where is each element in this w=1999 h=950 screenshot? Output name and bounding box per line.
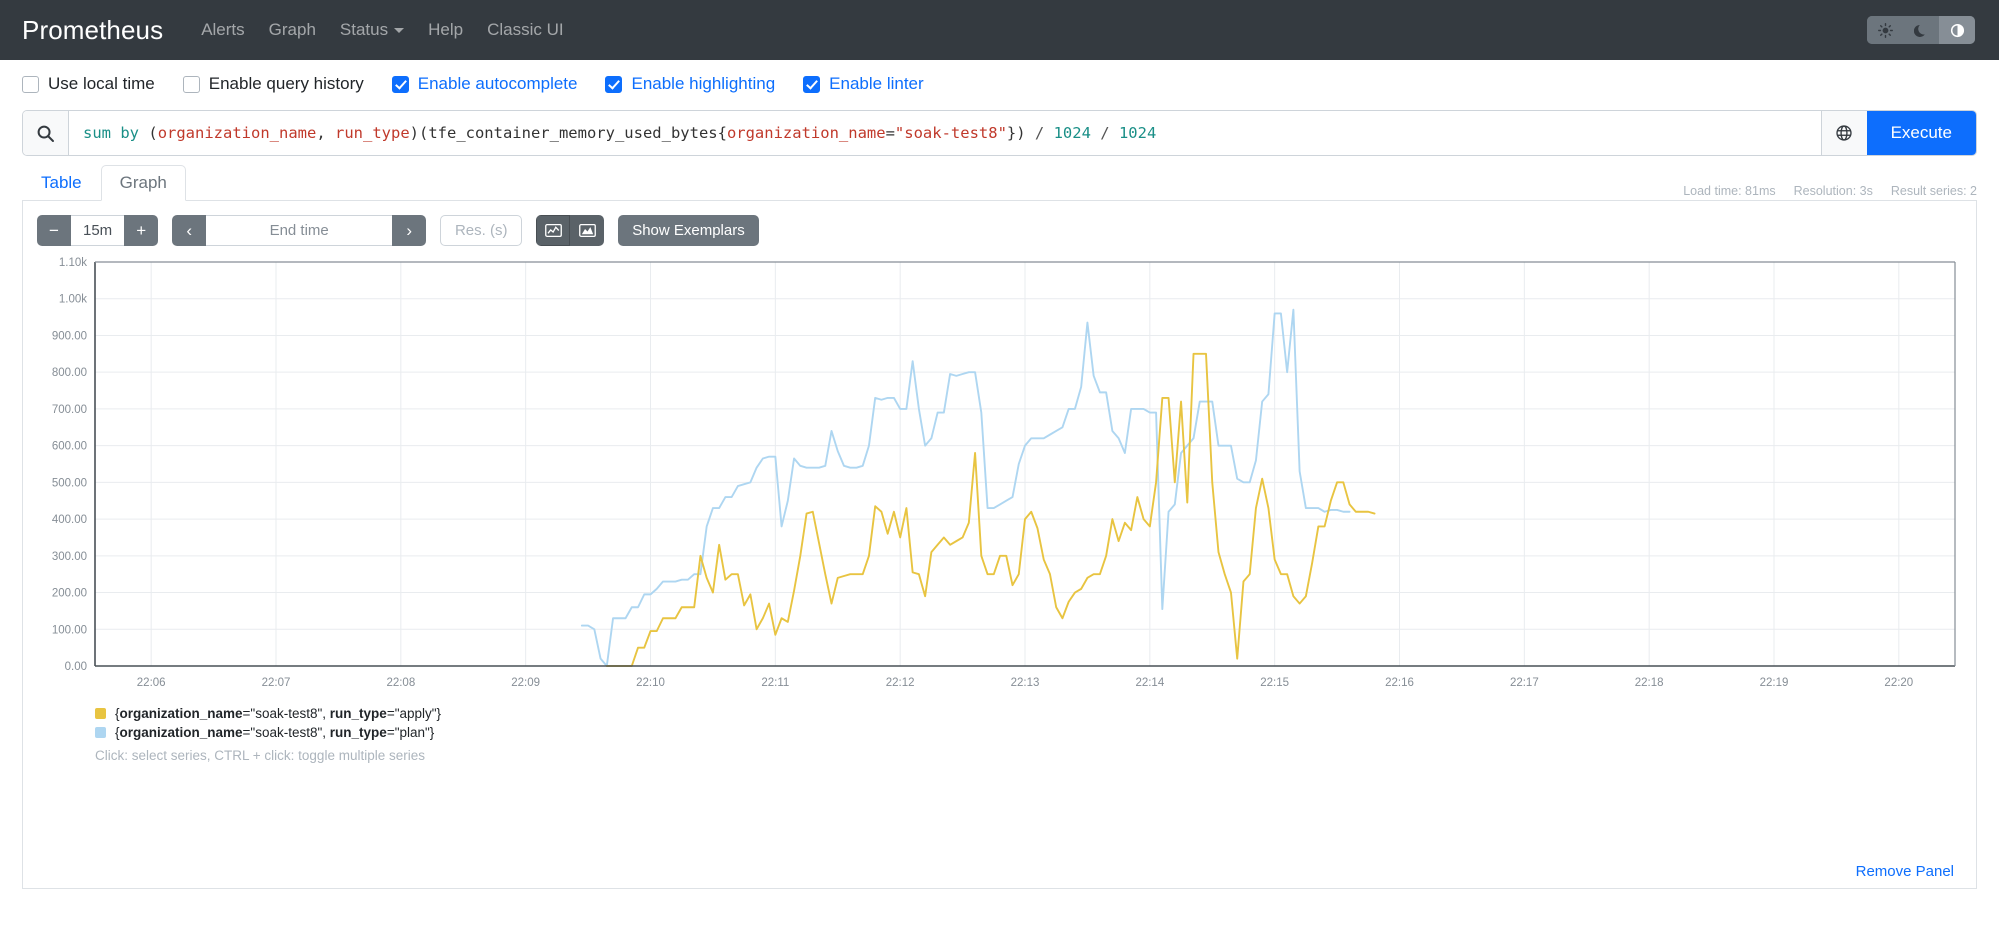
navbar: Prometheus Alerts Graph Status Help Clas… xyxy=(0,0,1999,60)
query-bar: sum by (organization_name, run_type)(tfe… xyxy=(22,110,1977,156)
nav-link-graph[interactable]: Graph xyxy=(257,14,328,46)
previous-time-button[interactable]: ‹ xyxy=(172,215,206,246)
enable-highlighting-label: Enable highlighting xyxy=(631,74,775,94)
option-enable-autocomplete[interactable]: Enable autocomplete xyxy=(392,74,578,94)
svg-text:22:16: 22:16 xyxy=(1385,677,1414,689)
option-enable-linter[interactable]: Enable linter xyxy=(803,74,924,94)
decrease-range-button[interactable]: − xyxy=(37,215,71,246)
svg-text:22:07: 22:07 xyxy=(262,677,291,689)
chevron-down-icon xyxy=(394,28,404,33)
time-series-chart[interactable]: 0.00 100.00 200.00 300.00 400.00 500.00 600.00… xyxy=(37,256,1967,696)
execute-button[interactable]: Execute xyxy=(1867,111,1976,155)
nav-link-help[interactable]: Help xyxy=(416,14,475,46)
legend-item-plan[interactable]: {organization_name="soak-test8", run_typ… xyxy=(95,725,1962,740)
legend-hint: Click: select series, CTRL + click: togg… xyxy=(95,748,1962,763)
svg-text:22:09: 22:09 xyxy=(511,677,540,689)
svg-text:22:19: 22:19 xyxy=(1760,677,1789,689)
query-stats: Load time: 81ms Resolution: 3s Result se… xyxy=(1683,184,1977,198)
option-enable-highlighting[interactable]: Enable highlighting xyxy=(605,74,775,94)
svg-text:900.00: 900.00 xyxy=(52,330,87,342)
svg-text:300.00: 300.00 xyxy=(52,551,87,563)
globe-icon[interactable] xyxy=(1821,111,1867,155)
legend-swatch-plan[interactable] xyxy=(95,727,106,738)
end-time-group: ‹ End time › xyxy=(172,215,426,246)
legend-swatch-apply[interactable] xyxy=(95,708,106,719)
svg-text:100.00: 100.00 xyxy=(52,624,87,636)
brand-logo[interactable]: Prometheus xyxy=(22,15,163,46)
svg-text:700.00: 700.00 xyxy=(52,404,87,416)
svg-text:500.00: 500.00 xyxy=(52,477,87,489)
next-time-button[interactable]: › xyxy=(392,215,426,246)
chart-type-group xyxy=(536,215,604,246)
area-chart-icon[interactable] xyxy=(570,215,604,246)
search-icon xyxy=(23,111,69,155)
resolution-input[interactable]: Res. (s) xyxy=(440,215,522,246)
end-time-input[interactable]: End time xyxy=(206,215,392,246)
legend-label-plan: {organization_name="soak-test8", run_typ… xyxy=(115,725,434,740)
svg-text:22:17: 22:17 xyxy=(1510,677,1539,689)
nav-status-label: Status xyxy=(340,20,388,39)
svg-text:22:18: 22:18 xyxy=(1635,677,1664,689)
legend-item-apply[interactable]: {organization_name="soak-test8", run_typ… xyxy=(95,706,1962,721)
enable-autocomplete-label: Enable autocomplete xyxy=(418,74,578,94)
half-circle-icon[interactable] xyxy=(1939,16,1975,44)
svg-text:0.00: 0.00 xyxy=(65,661,87,673)
range-input[interactable]: 15m xyxy=(71,215,124,246)
svg-text:200.00: 200.00 xyxy=(52,588,87,600)
stat-load-time: Load time: 81ms xyxy=(1683,184,1775,198)
option-use-local-time[interactable]: Use local time xyxy=(22,74,155,94)
increase-range-button[interactable]: + xyxy=(124,215,158,246)
remove-panel-link[interactable]: Remove Panel xyxy=(1856,863,1954,880)
svg-text:22:20: 22:20 xyxy=(1884,677,1913,689)
graph-controls: − 15m + ‹ End time › Res. (s) Show Exemp… xyxy=(37,215,1962,246)
tab-table[interactable]: Table xyxy=(22,165,101,201)
line-chart-icon[interactable] xyxy=(536,215,570,246)
svg-text:22:06: 22:06 xyxy=(137,677,166,689)
enable-query-history-label: Enable query history xyxy=(209,74,364,94)
enable-query-history-checkbox[interactable] xyxy=(183,76,200,93)
enable-highlighting-checkbox[interactable] xyxy=(605,76,622,93)
option-enable-query-history[interactable]: Enable query history xyxy=(183,74,364,94)
svg-text:22:13: 22:13 xyxy=(1011,677,1040,689)
svg-text:22:14: 22:14 xyxy=(1135,677,1164,689)
range-group: − 15m + xyxy=(37,215,158,246)
options-row: Use local time Enable query history Enab… xyxy=(0,60,1999,104)
svg-text:22:08: 22:08 xyxy=(386,677,415,689)
show-exemplars-button[interactable]: Show Exemplars xyxy=(618,215,759,246)
svg-text:800.00: 800.00 xyxy=(52,367,87,379)
svg-text:22:12: 22:12 xyxy=(886,677,915,689)
legend-label-apply: {organization_name="soak-test8", run_typ… xyxy=(115,706,441,721)
svg-text:22:10: 22:10 xyxy=(636,677,665,689)
enable-linter-label: Enable linter xyxy=(829,74,924,94)
enable-linter-checkbox[interactable] xyxy=(803,76,820,93)
svg-text:400.00: 400.00 xyxy=(52,514,87,526)
stat-resolution: Resolution: 3s xyxy=(1794,184,1873,198)
use-local-time-checkbox[interactable] xyxy=(22,76,39,93)
svg-text:1.00k: 1.00k xyxy=(59,294,87,306)
graph-panel: − 15m + ‹ End time › Res. (s) Show Exemp… xyxy=(22,201,1977,889)
stat-result-series: Result series: 2 xyxy=(1891,184,1977,198)
svg-text:22:15: 22:15 xyxy=(1260,677,1289,689)
tab-graph[interactable]: Graph xyxy=(101,165,186,201)
svg-text:600.00: 600.00 xyxy=(52,441,87,453)
use-local-time-label: Use local time xyxy=(48,74,155,94)
chart-area[interactable]: 0.00 100.00 200.00 300.00 400.00 500.00 600.00… xyxy=(37,256,1962,696)
nav-link-alerts[interactable]: Alerts xyxy=(189,14,256,46)
query-input[interactable]: sum by (organization_name, run_type)(tfe… xyxy=(69,111,1821,155)
svg-text:22:11: 22:11 xyxy=(761,677,789,689)
tab-bar: Table Graph Load time: 81ms Resolution: … xyxy=(22,168,1977,201)
enable-autocomplete-checkbox[interactable] xyxy=(392,76,409,93)
svg-text:1.10k: 1.10k xyxy=(59,257,87,269)
theme-toggle-group xyxy=(1867,16,1975,44)
moon-icon[interactable] xyxy=(1903,16,1939,44)
chart-legend: {organization_name="soak-test8", run_typ… xyxy=(37,706,1962,763)
nav-link-status[interactable]: Status xyxy=(328,14,416,46)
nav-link-classic-ui[interactable]: Classic UI xyxy=(475,14,576,46)
sun-icon[interactable] xyxy=(1867,16,1903,44)
